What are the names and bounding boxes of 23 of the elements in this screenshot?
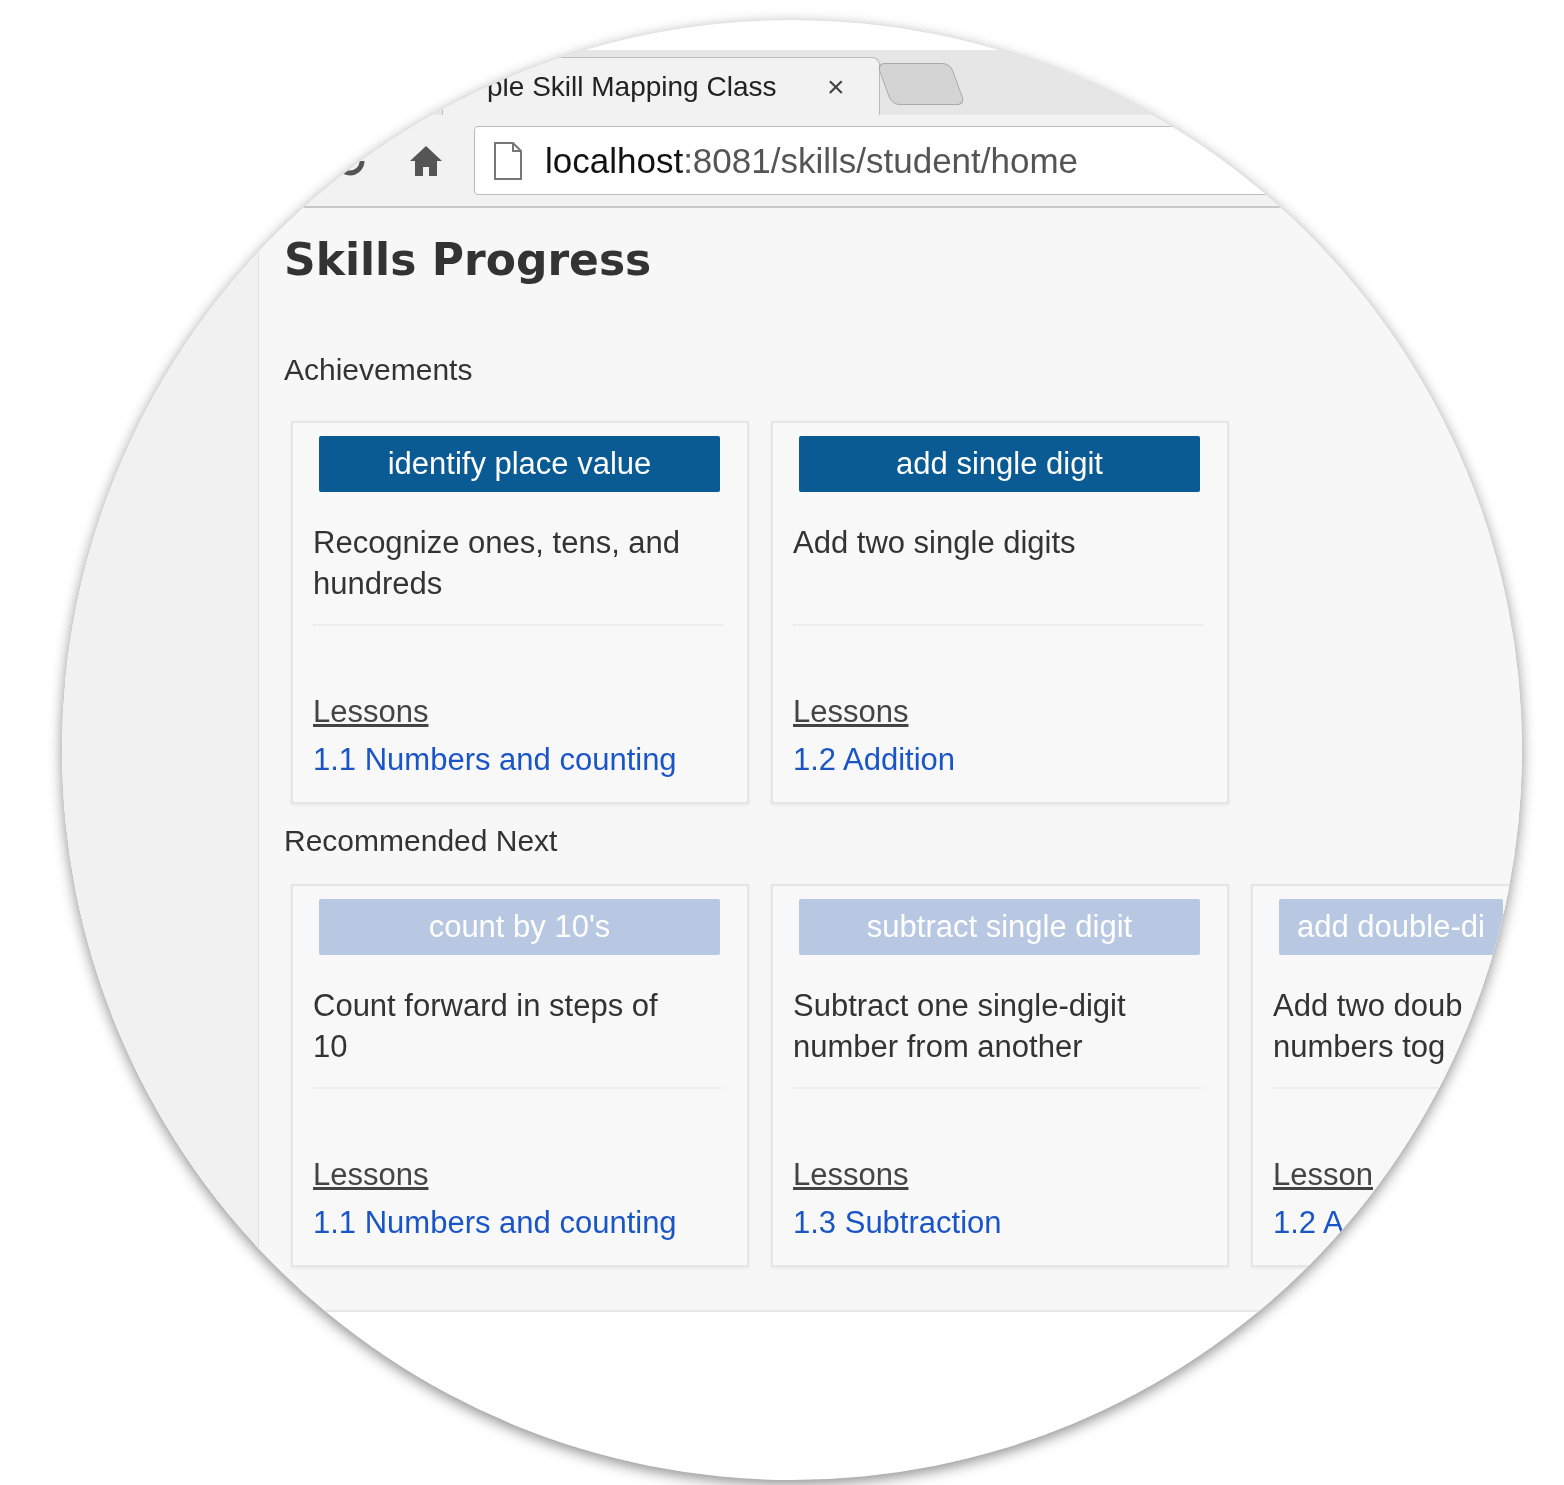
lesson-link[interactable]: 1.2 Addition bbox=[793, 742, 956, 778]
url-text: localhost:8081/skills/student/home bbox=[545, 140, 1079, 181]
skill-header[interactable]: identify place value bbox=[319, 436, 720, 492]
lessons-label: Lesson bbox=[1273, 1157, 1374, 1193]
skill-description: Add two doub numbers tog bbox=[1273, 985, 1522, 1089]
page-title: Skills Progress bbox=[284, 234, 653, 285]
lesson-link[interactable]: 1.3 Subtraction bbox=[793, 1205, 1002, 1241]
skill-header[interactable]: add single digit bbox=[799, 436, 1200, 492]
lesson-link[interactable]: 1.1 Numbers and counting bbox=[313, 1205, 677, 1241]
lesson-link[interactable]: 1.2 A bbox=[1273, 1205, 1344, 1241]
section-heading: Achievements bbox=[284, 353, 474, 387]
lesson-link[interactable]: 1.1 Numbers and counting bbox=[313, 742, 677, 778]
skill-description: Recognize ones, tens, and hundreds bbox=[313, 522, 723, 626]
skill-description: Subtract one single-digit number from another bbox=[793, 985, 1203, 1089]
skill-description: Add two single digits bbox=[793, 522, 1203, 626]
lessons-label: Lessons bbox=[313, 694, 430, 730]
close-tab-button[interactable]: × bbox=[827, 69, 845, 104]
lessons-label: Lessons bbox=[793, 694, 910, 730]
skill-description: Count forward in steps of 10 bbox=[313, 985, 723, 1089]
lessons-label: Lessons bbox=[313, 1157, 430, 1193]
page-icon bbox=[493, 140, 523, 181]
lessons-label: Lessons bbox=[793, 1157, 910, 1193]
section-heading: Recommended Next bbox=[284, 824, 559, 858]
